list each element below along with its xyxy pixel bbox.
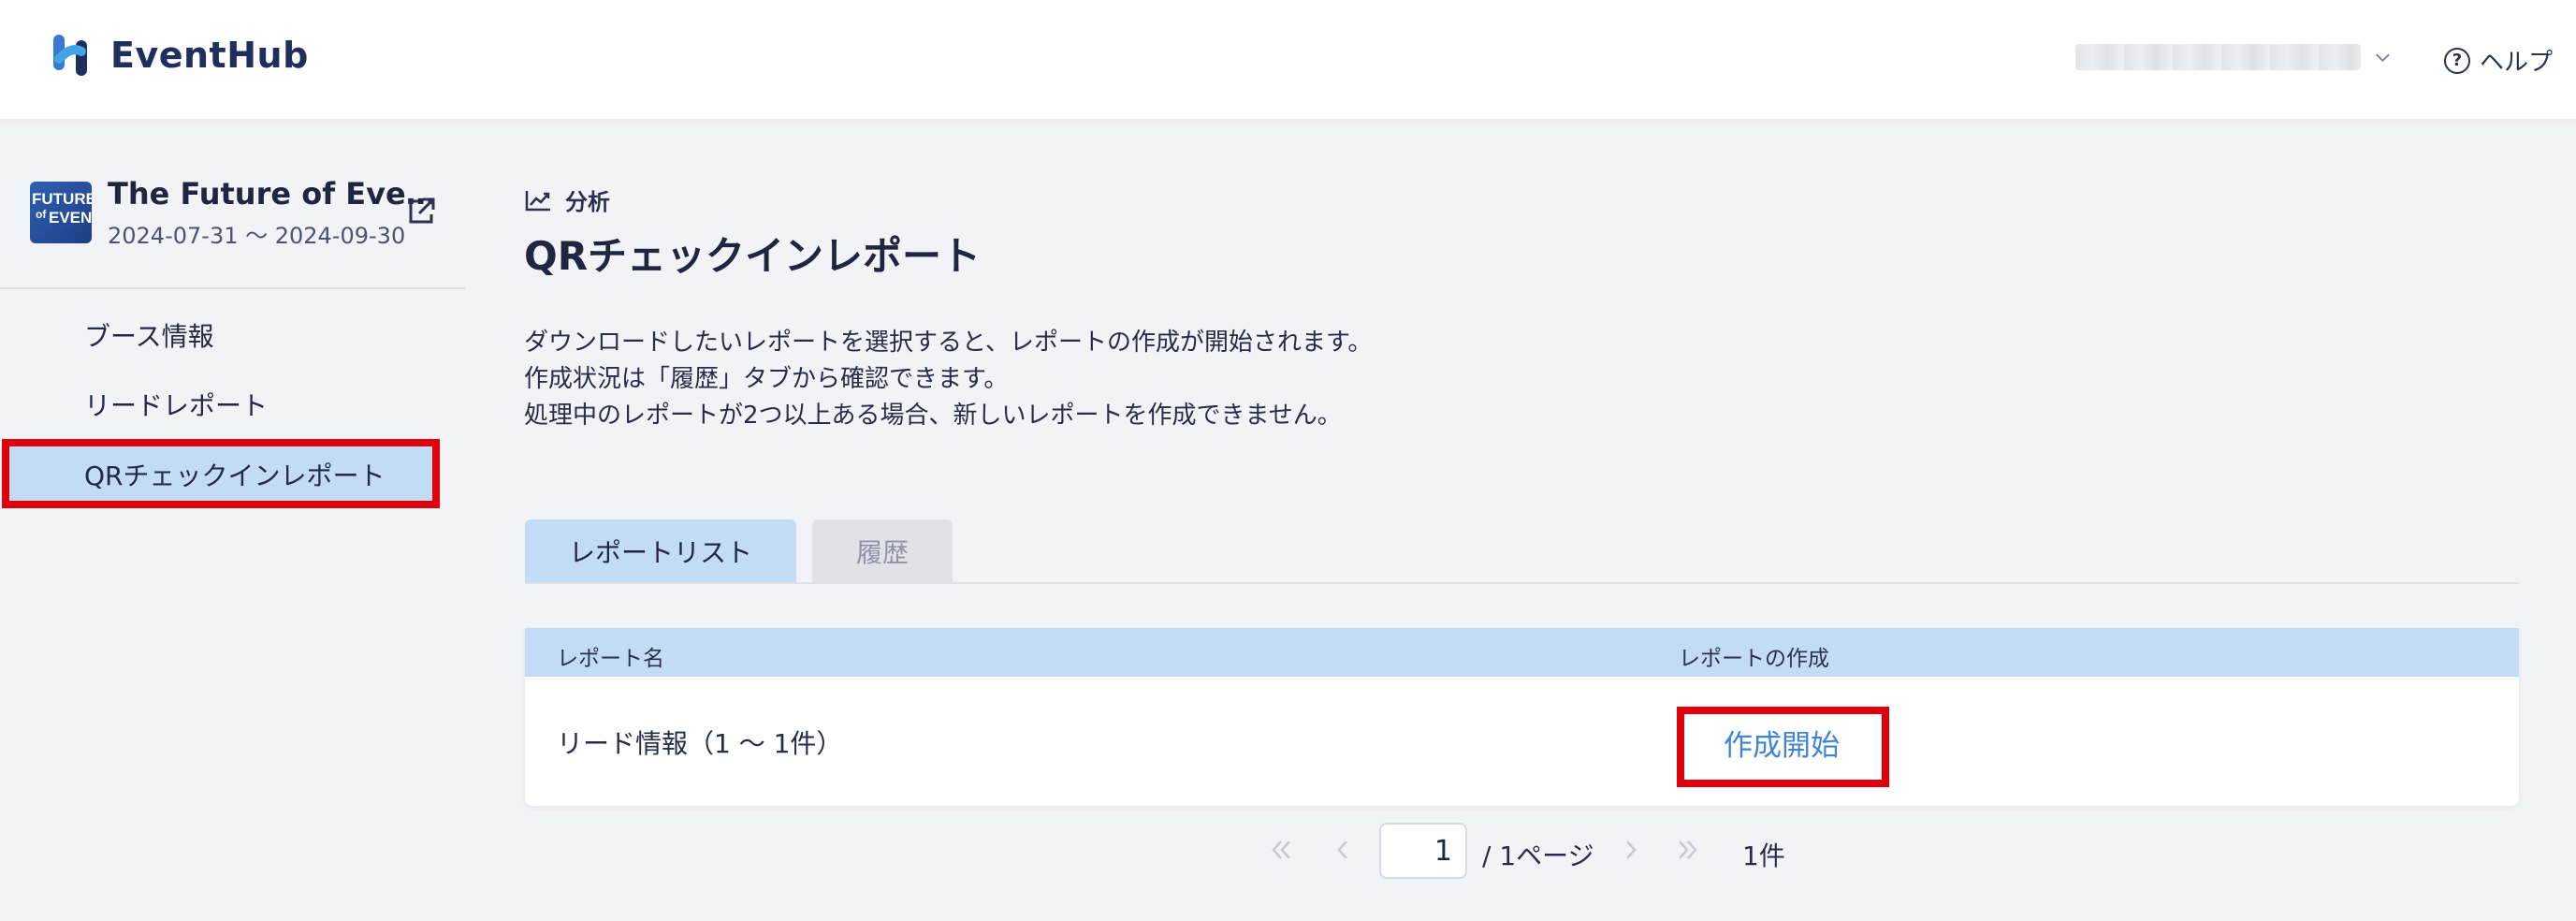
description-line: 作成状況は「履歴」タブから確認できます。 [524,365,1009,393]
result-count: 1件 [1742,841,1785,871]
eventhub-logo-icon [53,35,87,76]
description-line: 処理中のレポートが2つ以上ある場合、新しいレポートを作成できません。 [524,402,1342,430]
thumbnail-line: EVENTS [49,209,92,227]
top-header: EventHub ? ヘルプ [0,0,2576,119]
help-label: ヘルプ [2480,49,2554,77]
page-title: QRチェックインレポート [524,233,982,279]
external-link-icon[interactable] [404,195,438,228]
brand-logo[interactable]: EventHub [51,31,309,80]
help-link[interactable]: ? ヘルプ [2444,43,2553,78]
next-page-icon[interactable] [1615,834,1647,866]
brand-name: EventHub [110,35,309,76]
breadcrumb: 分析 [524,183,610,216]
account-menu[interactable] [2075,41,2394,73]
breadcrumb-label: 分析 [565,189,610,215]
highlight-box-sidebar [2,439,440,508]
report-table: レポート名 レポートの作成 リード情報（1 〜 1件） 作成開始 [525,628,2519,806]
thumbnail-line: of [36,208,47,221]
sidebar-divider [0,287,465,289]
account-name-blurred [2075,44,2362,70]
table-header: レポート名 レポートの作成 [525,628,2519,677]
previous-page-icon[interactable] [1327,834,1359,866]
report-name-cell: リード情報（1 〜 1件） [557,728,843,759]
last-page-icon[interactable] [1672,834,1704,866]
event-dates: 2024-07-31 〜 2024-09-30 [108,223,406,249]
tab-history[interactable]: 履歴 [812,519,953,583]
highlight-box-action [1677,707,1889,787]
total-pages-label: / 1ページ [1482,841,1594,871]
sidebar-item-lead-report[interactable]: リードレポート [84,386,268,423]
page-number-input[interactable]: 1 [1379,823,1467,879]
first-page-icon[interactable] [1265,834,1297,866]
tab-underline [525,582,2519,584]
chevron-down-icon [2376,53,2390,63]
sidebar-item-booth-info[interactable]: ブース情報 [84,316,214,354]
column-header-report-name: レポート名 [557,647,664,671]
description-line: ダウンロードしたいレポートを選択すると、レポートの作成が開始されます。 [524,329,1373,357]
tab-report-list[interactable]: レポートリスト [525,519,796,583]
column-header-create-report: レポートの作成 [1679,647,1829,671]
thumbnail-line: FUTURE [32,190,92,208]
chart-trend-icon [525,190,550,211]
event-thumbnail: FUTURE of EVENTS [30,182,92,243]
event-title: The Future of Eve… [108,176,436,212]
help-circle-icon: ? [2444,47,2470,74]
